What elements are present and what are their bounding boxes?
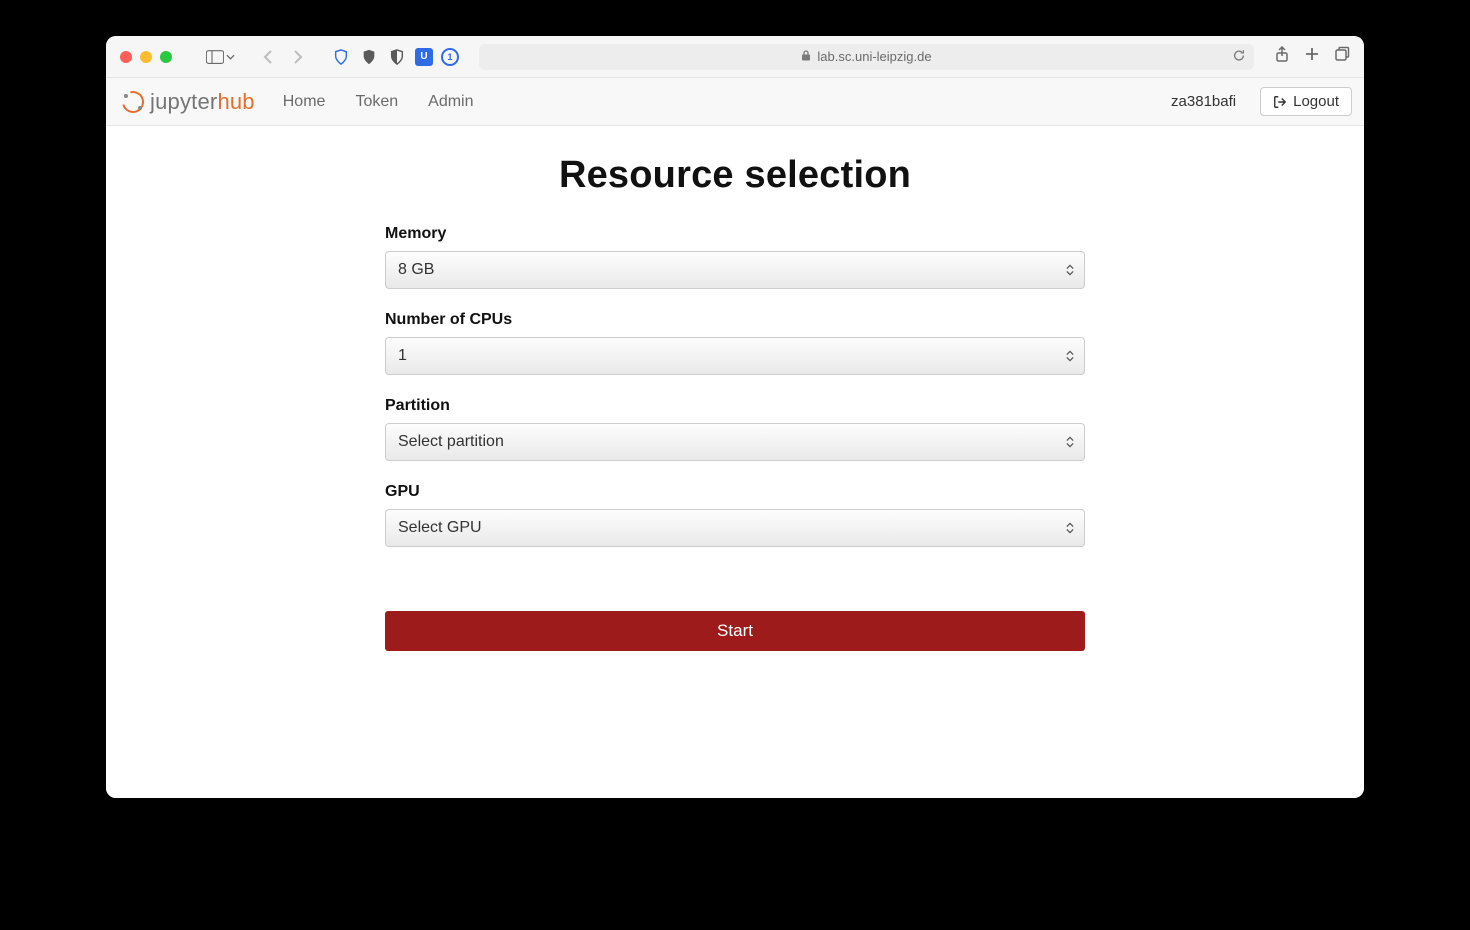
memory-value: 8 GB bbox=[398, 261, 434, 279]
brand-text: jupyterhub bbox=[150, 89, 255, 115]
nav-home[interactable]: Home bbox=[277, 93, 332, 111]
forward-button[interactable] bbox=[287, 47, 307, 67]
field-partition: Partition Select partition bbox=[385, 397, 1085, 461]
page-content: Resource selection Memory 8 GB Number of… bbox=[106, 126, 1364, 798]
start-button[interactable]: Start bbox=[385, 611, 1085, 651]
url-bar[interactable]: lab.sc.uni-leipzig.de bbox=[479, 44, 1254, 70]
memory-label: Memory bbox=[385, 225, 1085, 243]
maximize-window-button[interactable] bbox=[160, 51, 172, 63]
refresh-button[interactable] bbox=[1232, 48, 1246, 65]
field-cpus: Number of CPUs 1 bbox=[385, 311, 1085, 375]
share-icon[interactable] bbox=[1274, 46, 1290, 67]
sidebar-toggle-button[interactable] bbox=[206, 50, 235, 64]
new-tab-icon[interactable] bbox=[1304, 46, 1320, 67]
partition-select[interactable]: Select partition bbox=[385, 423, 1085, 461]
chevron-updown-icon bbox=[1066, 351, 1074, 362]
chevron-updown-icon bbox=[1066, 437, 1074, 448]
window-controls bbox=[120, 51, 172, 63]
ublock-icon[interactable]: U bbox=[415, 48, 433, 66]
logout-icon bbox=[1273, 95, 1287, 109]
url-text: lab.sc.uni-leipzig.de bbox=[817, 49, 931, 64]
chevron-updown-icon bbox=[1066, 265, 1074, 276]
back-button[interactable] bbox=[259, 47, 279, 67]
jupyterhub-logo[interactable]: jupyterhub bbox=[118, 89, 259, 115]
logout-button[interactable]: Logout bbox=[1260, 87, 1352, 116]
nav-token[interactable]: Token bbox=[349, 93, 404, 111]
tracking-shield-icon[interactable] bbox=[331, 47, 351, 67]
partition-value: Select partition bbox=[398, 433, 504, 451]
cpus-select[interactable]: 1 bbox=[385, 337, 1085, 375]
chevron-updown-icon bbox=[1066, 523, 1074, 534]
gpu-value: Select GPU bbox=[398, 519, 482, 537]
shield-half-icon[interactable] bbox=[387, 47, 407, 67]
browser-toolbar: U 1 lab.sc.uni-leipzig.de bbox=[106, 36, 1364, 78]
toolbar-right-icons bbox=[1274, 46, 1350, 67]
browser-window: U 1 lab.sc.uni-leipzig.de bbox=[106, 36, 1364, 798]
jupyter-icon bbox=[122, 91, 144, 113]
tabs-overview-icon[interactable] bbox=[1334, 46, 1350, 67]
gpu-select[interactable]: Select GPU bbox=[385, 509, 1085, 547]
memory-select[interactable]: 8 GB bbox=[385, 251, 1085, 289]
logout-label: Logout bbox=[1293, 93, 1339, 110]
onepassword-icon[interactable]: 1 bbox=[441, 48, 459, 66]
field-memory: Memory 8 GB bbox=[385, 225, 1085, 289]
cpus-value: 1 bbox=[398, 347, 407, 365]
partition-label: Partition bbox=[385, 397, 1085, 415]
minimize-window-button[interactable] bbox=[140, 51, 152, 63]
privacy-shield-icon[interactable] bbox=[359, 47, 379, 67]
lock-icon bbox=[801, 50, 811, 64]
jupyterhub-navbar: jupyterhub Home Token Admin za381bafi Lo… bbox=[106, 78, 1364, 126]
gpu-label: GPU bbox=[385, 483, 1085, 501]
close-window-button[interactable] bbox=[120, 51, 132, 63]
page-title: Resource selection bbox=[385, 154, 1085, 197]
field-gpu: GPU Select GPU bbox=[385, 483, 1085, 547]
nav-admin[interactable]: Admin bbox=[422, 93, 479, 111]
username-display: za381bafi bbox=[1171, 93, 1236, 110]
cpus-label: Number of CPUs bbox=[385, 311, 1085, 329]
resource-form: Resource selection Memory 8 GB Number of… bbox=[385, 126, 1085, 651]
